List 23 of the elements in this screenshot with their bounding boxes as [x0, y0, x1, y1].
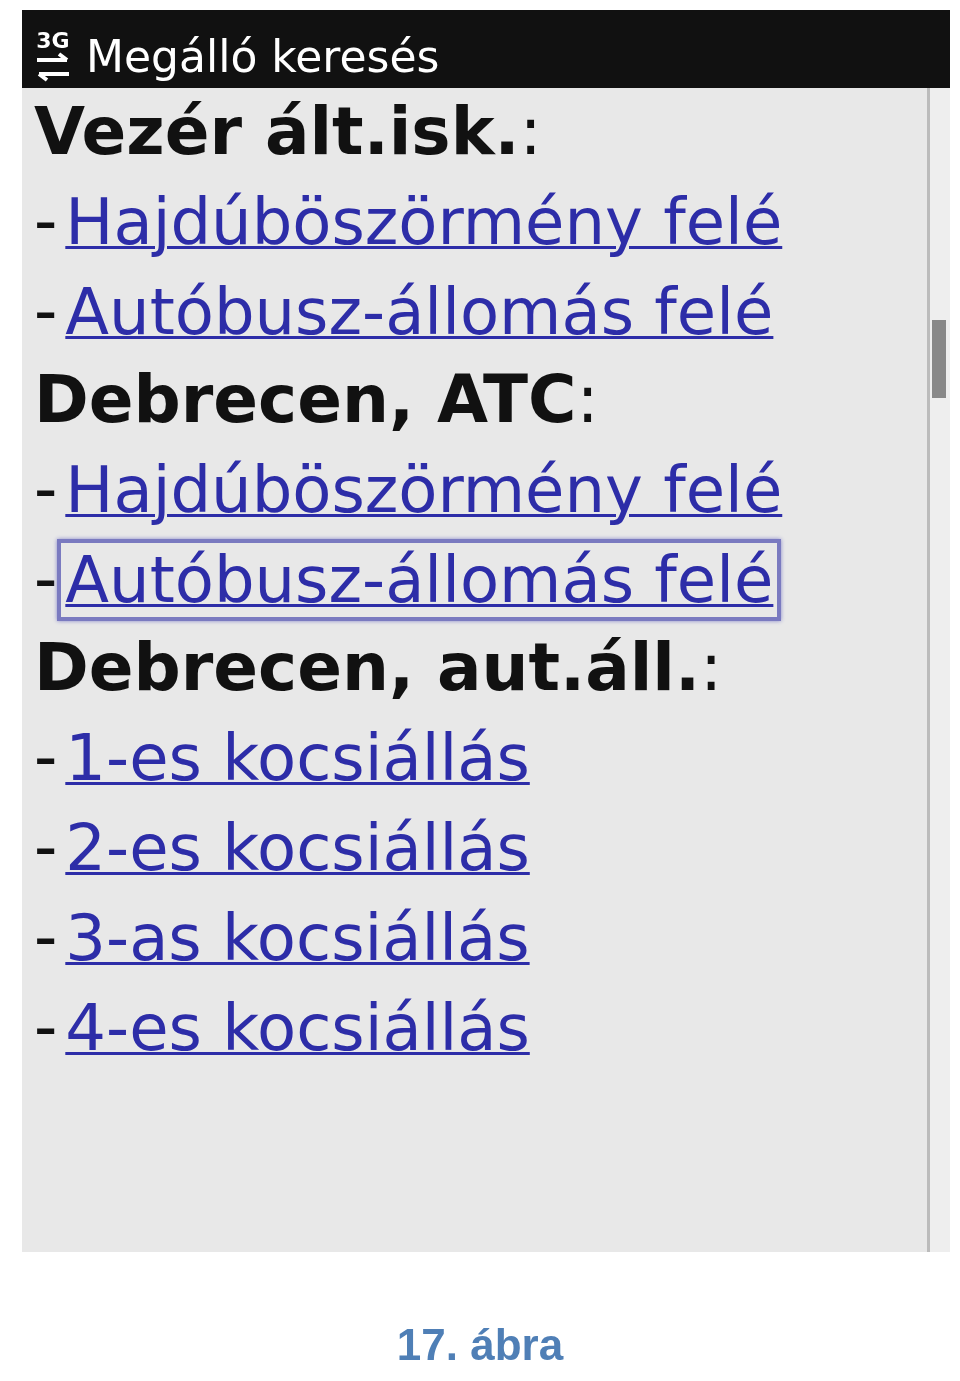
figure-caption: 17. ábra — [396, 1320, 564, 1369]
direction-link[interactable]: 4-es kocsiállás — [57, 987, 538, 1069]
list-dash: - — [34, 449, 58, 527]
stop-name: Vezér ált.isk.: — [34, 92, 543, 172]
list-dash: - — [34, 987, 58, 1065]
network-label: 3G — [36, 30, 70, 52]
list-dash: - — [34, 807, 58, 885]
direction-link[interactable]: Autóbusz-állomás felé — [57, 271, 782, 353]
direction-link[interactable]: Hajdúböszörmény felé — [57, 181, 791, 263]
direction-link[interactable]: 3-as kocsiállás — [57, 897, 538, 979]
list-dash: - — [34, 271, 58, 349]
list-dash: - — [34, 539, 58, 617]
direction-link[interactable]: Hajdúböszörmény felé — [57, 449, 791, 531]
list-dash: - — [34, 717, 58, 795]
direction-link[interactable]: 1-es kocsiállás — [57, 717, 538, 799]
direction-link[interactable]: 2-es kocsiállás — [57, 807, 538, 889]
stop-name: Debrecen, ATC: — [34, 360, 600, 440]
list-dash: - — [34, 897, 58, 975]
screen-title: Megálló keresés — [86, 32, 440, 82]
list-dash: - — [34, 181, 58, 259]
direction-link[interactable]: Autóbusz-állomás felé — [57, 539, 782, 621]
scrollbar[interactable] — [927, 88, 950, 1252]
stop-name: Debrecen, aut.áll.: — [34, 628, 724, 708]
